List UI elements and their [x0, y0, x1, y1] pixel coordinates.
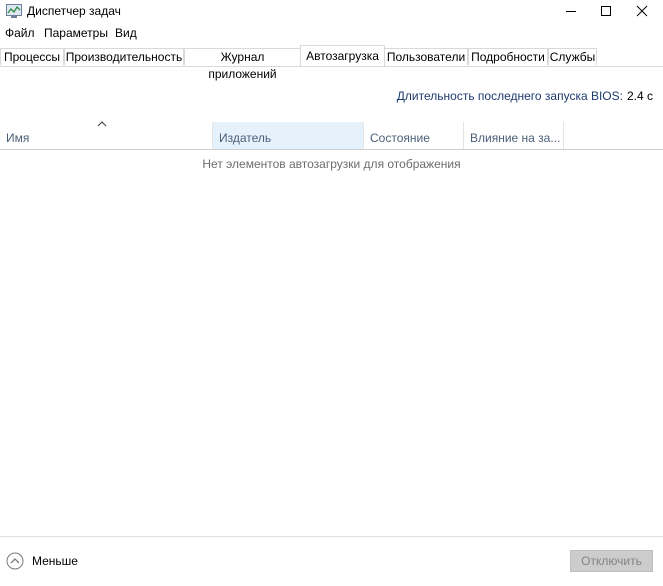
column-publisher-label: Издатель [219, 131, 272, 145]
tab-services[interactable]: Службы [548, 48, 597, 65]
menu-options[interactable]: Параметры [44, 26, 108, 40]
tab-details[interactable]: Подробности [468, 48, 548, 65]
tab-processes[interactable]: Процессы [0, 48, 64, 65]
task-manager-icon [6, 4, 22, 18]
disable-button[interactable]: Отключить [570, 550, 653, 572]
bios-label: Длительность последнего запуска BIOS: [396, 89, 623, 103]
maximize-button[interactable] [589, 0, 623, 22]
minimize-icon [566, 11, 576, 12]
close-icon [636, 5, 648, 17]
column-name-label: Имя [6, 131, 30, 145]
chevron-up-circle-icon [6, 552, 24, 570]
tab-strip: Процессы Производительность Журнал прило… [0, 45, 663, 81]
column-status[interactable]: Состояние [364, 122, 464, 149]
title-bar: Диспетчер задач [0, 0, 663, 22]
window-title: Диспетчер задач [27, 4, 121, 18]
column-startup-impact[interactable]: Влияние на за... [464, 122, 564, 149]
tab-performance[interactable]: Производительность [64, 48, 184, 65]
column-name[interactable]: Имя [0, 122, 213, 149]
minimize-button[interactable] [554, 0, 588, 22]
column-startup-impact-label: Влияние на за... [470, 131, 561, 145]
menu-view[interactable]: Вид [115, 26, 137, 40]
fewer-details-label: Меньше [32, 554, 78, 568]
footer-bar: Меньше Отключить [0, 536, 663, 586]
menu-file[interactable]: Файл [5, 26, 35, 40]
fewer-details-button[interactable]: Меньше [6, 551, 78, 571]
tab-startup[interactable]: Автозагрузка [300, 45, 385, 66]
close-button[interactable] [625, 0, 659, 22]
bios-last-time: Длительность последнего запуска BIOS: 2.4… [397, 89, 653, 103]
empty-list-message: Нет элементов автозагрузки для отображен… [202, 157, 461, 171]
tab-app-history[interactable]: Журнал приложений [184, 48, 301, 81]
maximize-icon [601, 6, 611, 16]
column-header: Имя Издатель Состояние Влияние на за... [0, 122, 663, 150]
tab-users[interactable]: Пользователи [384, 48, 468, 65]
bios-value: 2.4 с [626, 89, 653, 103]
column-status-label: Состояние [370, 131, 430, 145]
column-publisher[interactable]: Издатель [213, 122, 364, 149]
